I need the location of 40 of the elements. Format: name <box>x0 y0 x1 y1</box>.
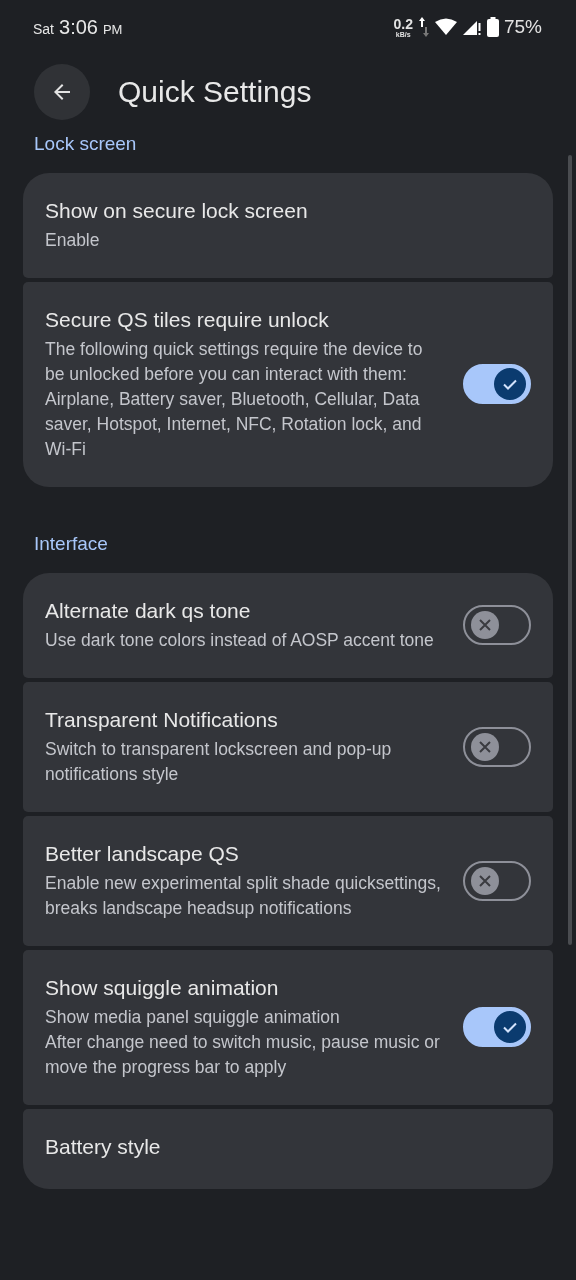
setting-summary: Enable new experimental split shade quicksettings, breaks landscape headsup notifications <box>45 872 442 920</box>
setting-item[interactable]: Alternate dark qs tone Use dark tone colors instead of AOSP accent tone <box>23 573 553 678</box>
setting-summary: The following quick settings require the device to be unlocked before you can interact with them: Airplane, Battery saver, Bluetooth, Cellular, Data saver, Hotspot, Internet, NFC, Rotation lock, and Wi-Fi <box>45 338 424 461</box>
setting-item[interactable]: Battery style <box>23 1109 553 1189</box>
toggle-switch[interactable] <box>463 1007 531 1047</box>
back-button[interactable] <box>34 64 90 120</box>
setting-item[interactable] <box>23 282 553 487</box>
section-header: Interface <box>33 532 109 556</box>
toggle-switch[interactable] <box>463 605 531 645</box>
page-title: Quick Settings <box>118 75 312 109</box>
status-day: Sat <box>33 20 54 37</box>
setting-item[interactable]: Show on secure lock screen Enable <box>23 173 553 278</box>
setting-title: Secure QS tiles require unlock <box>45 307 330 333</box>
setting-item[interactable]: Show squiggle animation Show media panel squiggle animation After change need to switch music, pause music or move the progress bar to apply <box>23 950 553 1105</box>
cross-icon <box>478 873 492 888</box>
toggle-switch[interactable] <box>463 860 531 901</box>
setting-title: Transparent Notifications <box>45 707 279 733</box>
setting-summary: Switch to transparent lockscreen and pop-up notifications style <box>45 738 393 786</box>
data-arrows-icon <box>417 16 430 38</box>
wifi-icon <box>434 18 457 36</box>
setting-summary: Use dark tone colors instead of AOSP accent tone <box>45 629 435 652</box>
cross-icon <box>478 618 492 632</box>
setting-item[interactable]: Better landscape QS Enable new experimental split shade quicksettings, breaks landscape headsup notifications <box>23 816 553 946</box>
setting-item[interactable]: Transparent Notifications Switch to transparent lockscreen and pop-up notifications style <box>23 682 553 812</box>
network-speed: 0.2 <box>393 16 413 31</box>
status-ampm: PM <box>102 21 123 37</box>
setting-title: Show squiggle animation <box>45 975 280 1001</box>
setting-title: Better landscape QS <box>45 841 240 867</box>
setting-summary: Enable <box>45 229 101 252</box>
setting-summary: Show media panel squiggle animation After change need to switch music, pause music or move the progress bar to apply <box>45 1006 441 1079</box>
setting-title: Alternate dark qs tone <box>45 598 252 624</box>
battery-percent: 75% <box>503 16 542 38</box>
setting-title: Show on secure lock screen <box>45 198 309 224</box>
cross-icon <box>478 739 492 754</box>
section-header: Lock screen <box>33 132 138 156</box>
setting-title: Battery style <box>45 1134 162 1160</box>
toggle-switch[interactable] <box>463 726 531 767</box>
battery-icon <box>486 17 499 37</box>
status-time: 3:06 <box>59 15 98 39</box>
toggle-switch[interactable] <box>463 364 531 404</box>
